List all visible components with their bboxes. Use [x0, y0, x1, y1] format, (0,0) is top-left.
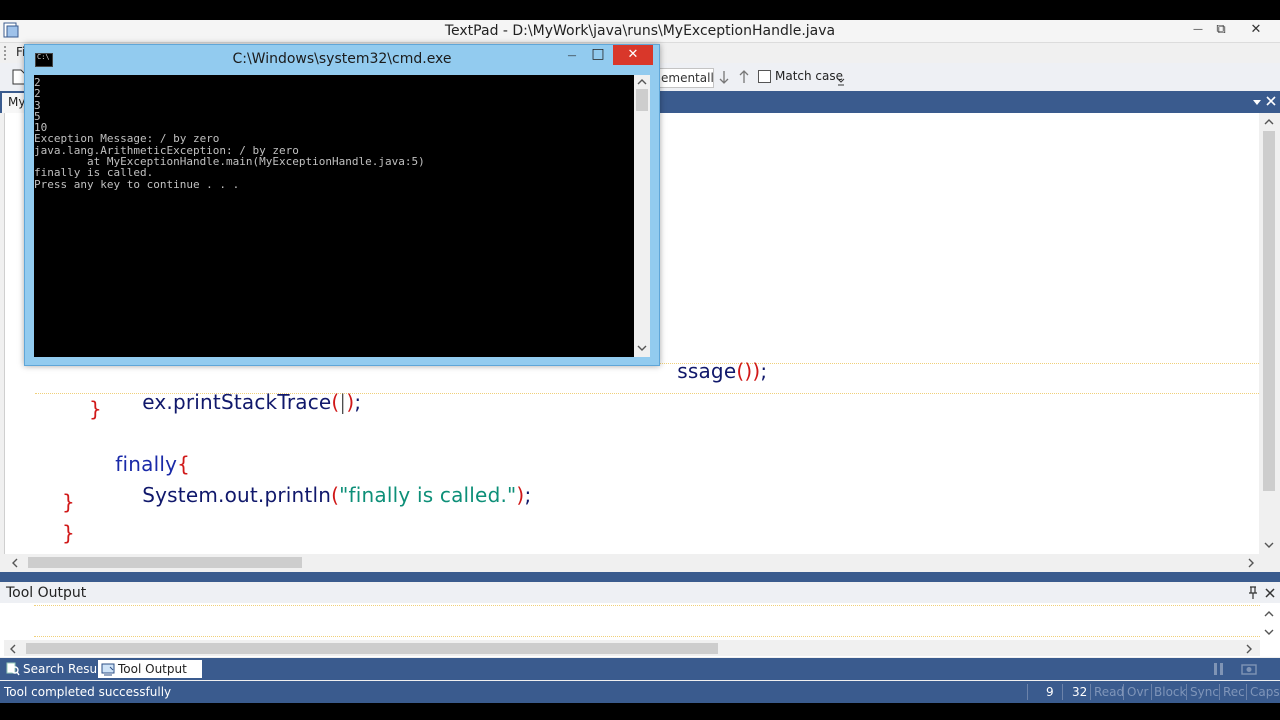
- cmd-close-button[interactable]: ✕: [613, 45, 653, 65]
- output-scroll-right-icon[interactable]: [1244, 643, 1254, 655]
- code-line-5: System.out.println("finally is called.")…: [116, 459, 531, 531]
- string-literal: "finally is called.": [339, 483, 517, 507]
- toolbar-overflow-icon[interactable]: [837, 73, 845, 87]
- document-tab[interactable]: My: [2, 93, 26, 113]
- status-separator: [1219, 684, 1220, 700]
- tool-output-title: Tool Output: [6, 585, 87, 601]
- screen-top-strip: [0, 0, 1280, 20]
- code-line-7: }: [62, 521, 75, 545]
- status-indicator-sync: Sync: [1190, 685, 1219, 699]
- status-indicator-ovr: Ovr: [1127, 685, 1149, 699]
- pin-icon[interactable]: [1247, 586, 1259, 600]
- tab-tool-output-label: Tool Output: [118, 662, 187, 676]
- status-separator: [1090, 684, 1091, 700]
- editor-vertical-scrollbar[interactable]: [1259, 113, 1280, 554]
- code-token: System.out.println: [142, 483, 332, 507]
- status-indicator-block: Block: [1154, 685, 1187, 699]
- output-vscroll-up-icon[interactable]: [1263, 609, 1275, 619]
- close-button[interactable]: ✕: [1243, 20, 1269, 40]
- tool-output-icon: [101, 662, 115, 676]
- output-vscroll-down-icon[interactable]: [1263, 627, 1275, 637]
- pause-icon: [1212, 663, 1226, 675]
- panel-splitter[interactable]: [0, 572, 1280, 582]
- bottom-panel-tabs: Search Results Tool Output: [0, 658, 1280, 680]
- tab-tool-output[interactable]: Tool Output: [98, 660, 202, 678]
- code-token: ex.printStackTrace: [142, 390, 332, 414]
- cmd-vertical-scrollbar[interactable]: [634, 75, 650, 357]
- restore-button[interactable]: ⧉: [1208, 20, 1234, 40]
- code-token: ssage: [677, 359, 737, 383]
- code-line-3: }: [89, 397, 102, 421]
- cmd-scroll-down-icon[interactable]: [636, 343, 648, 353]
- close-document-icon[interactable]: [1265, 95, 1277, 107]
- status-separator: [1123, 684, 1124, 700]
- cmd-console-output[interactable]: 2 2 3 5 10 Exception Message: / by zero …: [34, 75, 634, 357]
- find-down-icon[interactable]: [717, 69, 731, 85]
- match-case-checkbox[interactable]: [758, 70, 771, 83]
- code-token-brace: ()): [736, 359, 761, 383]
- find-up-icon[interactable]: [737, 69, 751, 85]
- cmd-output-text: 2 2 3 5 10 Exception Message: / by zero …: [34, 76, 425, 191]
- tab-list-dropdown-icon[interactable]: [1251, 96, 1263, 108]
- code-token: ;: [354, 390, 362, 414]
- app-titlebar: TextPad - D:\MyWork\java\runs\MyExceptio…: [0, 20, 1280, 43]
- scroll-left-icon[interactable]: [10, 557, 20, 569]
- cmd-minimize-button[interactable]: —: [559, 47, 585, 65]
- search-results-icon: [6, 662, 20, 676]
- status-indicator-read: Read: [1094, 685, 1125, 699]
- cmd-vscroll-thumb[interactable]: [636, 89, 648, 111]
- output-horizontal-scrollbar[interactable]: [4, 640, 1260, 656]
- code-line-1: ssage());: [651, 335, 767, 407]
- status-separator: [1062, 684, 1063, 700]
- search-mode-dropdown[interactable]: ementally: [658, 68, 714, 88]
- cmd-window[interactable]: C:\ C:\Windows\system32\cmd.exe — □ ✕ 2 …: [24, 44, 660, 366]
- document-tab-label: My: [8, 95, 26, 109]
- output-scroll-left-icon[interactable]: [8, 643, 18, 655]
- status-column-number: 32: [1072, 685, 1088, 699]
- status-line-number: 9: [1046, 685, 1054, 699]
- tool-output-header: Tool Output: [0, 583, 1280, 603]
- editor-hscroll-thumb[interactable]: [28, 557, 302, 568]
- code-line-6: }: [62, 490, 75, 514]
- status-separator: [1186, 684, 1187, 700]
- tool-output-panel: Tool Output: [0, 583, 1280, 657]
- code-token-brace: (: [331, 483, 340, 507]
- status-indicator-caps: Caps: [1250, 685, 1280, 699]
- output-hscroll-thumb[interactable]: [26, 643, 718, 654]
- editor-horizontal-scrollbar[interactable]: [4, 554, 1280, 571]
- output-line-highlight-top: [34, 605, 1260, 606]
- screen-bottom-strip: [0, 703, 1280, 720]
- status-bar: Tool completed successfully 9 32 Read Ov…: [0, 681, 1280, 703]
- scroll-right-icon[interactable]: [1246, 557, 1256, 569]
- match-case-label[interactable]: Match case: [775, 69, 843, 83]
- scroll-down-icon[interactable]: [1263, 540, 1275, 550]
- window-title: TextPad - D:\MyWork\java\runs\MyExceptio…: [444, 23, 836, 39]
- close-panel-icon[interactable]: [1264, 587, 1276, 599]
- status-separator: [1027, 684, 1028, 700]
- cmd-scroll-up-icon[interactable]: [636, 77, 648, 87]
- menubar-grip-icon: [4, 46, 10, 60]
- scroll-up-icon[interactable]: [1263, 117, 1275, 127]
- status-indicator-rec: Rec: [1223, 685, 1245, 699]
- cmd-maximize-button[interactable]: □: [585, 45, 611, 63]
- status-separator: [1246, 684, 1247, 700]
- code-token: ;: [760, 359, 768, 383]
- status-message: Tool completed successfully: [4, 685, 172, 699]
- camera-icon: [1241, 663, 1257, 675]
- output-line-highlight-bottom: [34, 636, 1260, 637]
- code-token: ;: [524, 483, 532, 507]
- editor-vscroll-thumb[interactable]: [1263, 131, 1275, 491]
- status-separator: [1151, 684, 1152, 700]
